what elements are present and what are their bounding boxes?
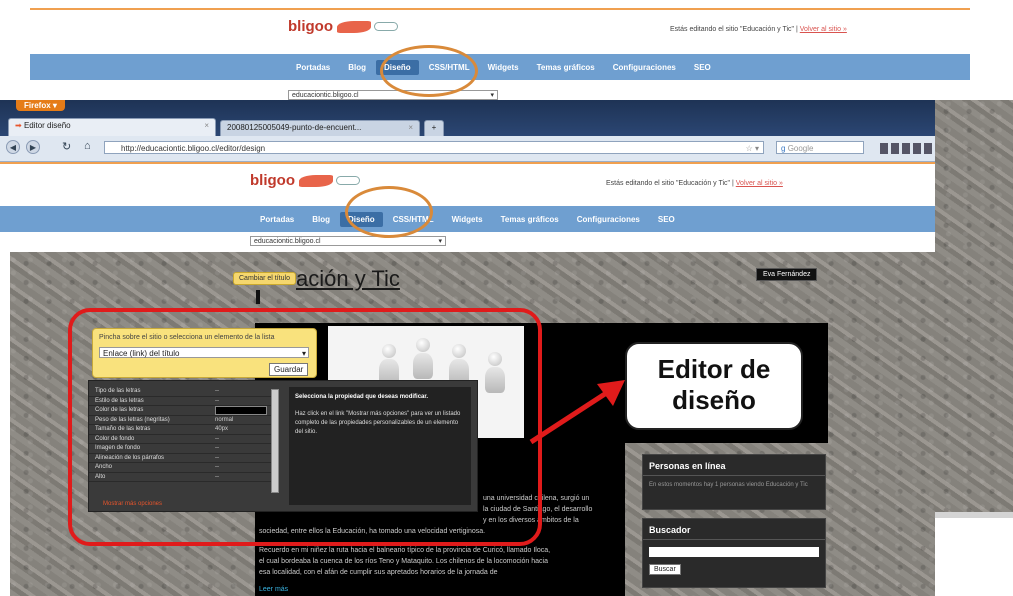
back-to-site-link[interactable]: Volver al sitio » <box>736 180 783 187</box>
edit-notice-text: Estás editando el sitio "Educación y Tic… <box>670 26 798 33</box>
widget-text: En estos momentos hay 1 personas viendo … <box>649 482 808 488</box>
nav-bar-top: Portadas Blog Diseño CSS/HTML Widgets Te… <box>30 54 970 80</box>
nav-config[interactable]: Configuraciones <box>605 60 684 75</box>
edit-notice-top: Estás editando el sitio "Educación y Tic… <box>670 26 847 33</box>
browser-window: Firefox ▾ ➡ Editor diseño × 2008012500504… <box>0 100 935 252</box>
nav-widgets[interactable]: Widgets <box>480 60 527 75</box>
nav-portadas[interactable]: Portadas <box>288 60 338 75</box>
cloud-icon <box>374 22 398 32</box>
back-to-site-link[interactable]: Volver al sitio » <box>800 26 847 33</box>
nav-seo[interactable]: SEO <box>686 60 719 75</box>
nav-blog[interactable]: Blog <box>304 212 338 227</box>
tab-editor-diseno[interactable]: ➡ Editor diseño × <box>8 118 216 136</box>
logo-text: bligoo <box>288 18 333 35</box>
toolbar-addon-icons[interactable] <box>880 143 935 154</box>
editor-nav-bar: Portadas Blog Diseño CSS/HTML Widgets Te… <box>0 206 935 232</box>
widget-title: Personas en línea <box>643 455 825 476</box>
bligoo-logo-top: bligoo <box>288 18 398 36</box>
nav-seo[interactable]: SEO <box>650 212 683 227</box>
callout-line-2: diseño <box>672 385 756 415</box>
people-online-widget: Personas en línea En estos momentos hay … <box>642 454 826 510</box>
search-box[interactable]: g Google <box>776 141 864 154</box>
edit-notice-text: Estás editando el sitio "Educación y Tic… <box>606 180 734 187</box>
background-screenshot: bligoo Estás editando el sitio "Educació… <box>30 8 970 100</box>
red-arrow-icon <box>529 380 625 445</box>
user-chip[interactable]: Eva Fernández <box>756 268 818 281</box>
blog-search-input[interactable] <box>649 547 819 557</box>
search-widget: Buscador Buscar <box>642 518 826 588</box>
nav-widgets[interactable]: Widgets <box>444 212 491 227</box>
change-title-button[interactable]: Cambiar el título <box>233 272 296 285</box>
firefox-menu-button[interactable]: Firefox ▾ <box>16 100 65 111</box>
read-more-link[interactable]: Leer más <box>259 584 288 595</box>
nav-temas[interactable]: Temas gráficos <box>493 212 567 227</box>
site-select-top[interactable]: educaciontic.bligoo.cl ▾ <box>288 90 498 100</box>
home-icon[interactable]: ⌂ <box>84 140 91 152</box>
site-select[interactable]: educaciontic.bligoo.cl ▾ <box>250 236 446 246</box>
editor-callout: Editor de diseño <box>625 342 803 430</box>
back-icon[interactable]: ◀ <box>6 140 20 154</box>
nav-temas[interactable]: Temas gráficos <box>529 60 603 75</box>
reload-icon[interactable]: ↻ <box>62 140 71 153</box>
grey-strip <box>935 512 1013 518</box>
logo-text: bligoo <box>250 172 295 189</box>
blog-title[interactable]: ación y Tic <box>296 266 400 292</box>
editor-header: bligoo Estás editando el sitio "Educació… <box>0 162 935 252</box>
new-tab-button[interactable]: + <box>424 120 444 136</box>
bligoo-logo: bligoo <box>250 172 360 190</box>
widget-title: Buscador <box>643 519 825 540</box>
blog-search-button[interactable]: Buscar <box>649 564 681 575</box>
bird-icon <box>299 174 333 187</box>
red-highlight-box <box>68 308 542 546</box>
address-bar[interactable]: http://educaciontic.bligoo.cl/editor/des… <box>104 141 764 154</box>
callout-line-1: Editor de <box>657 354 771 384</box>
nav-portadas[interactable]: Portadas <box>252 212 302 227</box>
bird-icon <box>337 20 371 33</box>
post-line: el cual bordeaba la cuenca de los ríos T… <box>259 558 548 565</box>
title-bar-mark <box>256 290 260 304</box>
forward-icon[interactable]: ▶ <box>26 140 40 154</box>
nav-blog[interactable]: Blog <box>340 60 374 75</box>
post-line: esa localidad, con el afán de cumplir su… <box>259 569 498 576</box>
nav-config[interactable]: Configuraciones <box>569 212 648 227</box>
edit-notice: Estás editando el sitio "Educación y Tic… <box>606 180 783 187</box>
orange-highlight-top <box>380 45 478 97</box>
cloud-icon <box>336 176 360 186</box>
tab-second[interactable]: 20080125005049-punto-de-encuent... × <box>220 120 420 136</box>
post-line: Recuerdo en mi niñez la ruta hacia el ba… <box>259 547 551 554</box>
orange-highlight-editor <box>345 186 433 238</box>
white-corner <box>935 512 1013 596</box>
